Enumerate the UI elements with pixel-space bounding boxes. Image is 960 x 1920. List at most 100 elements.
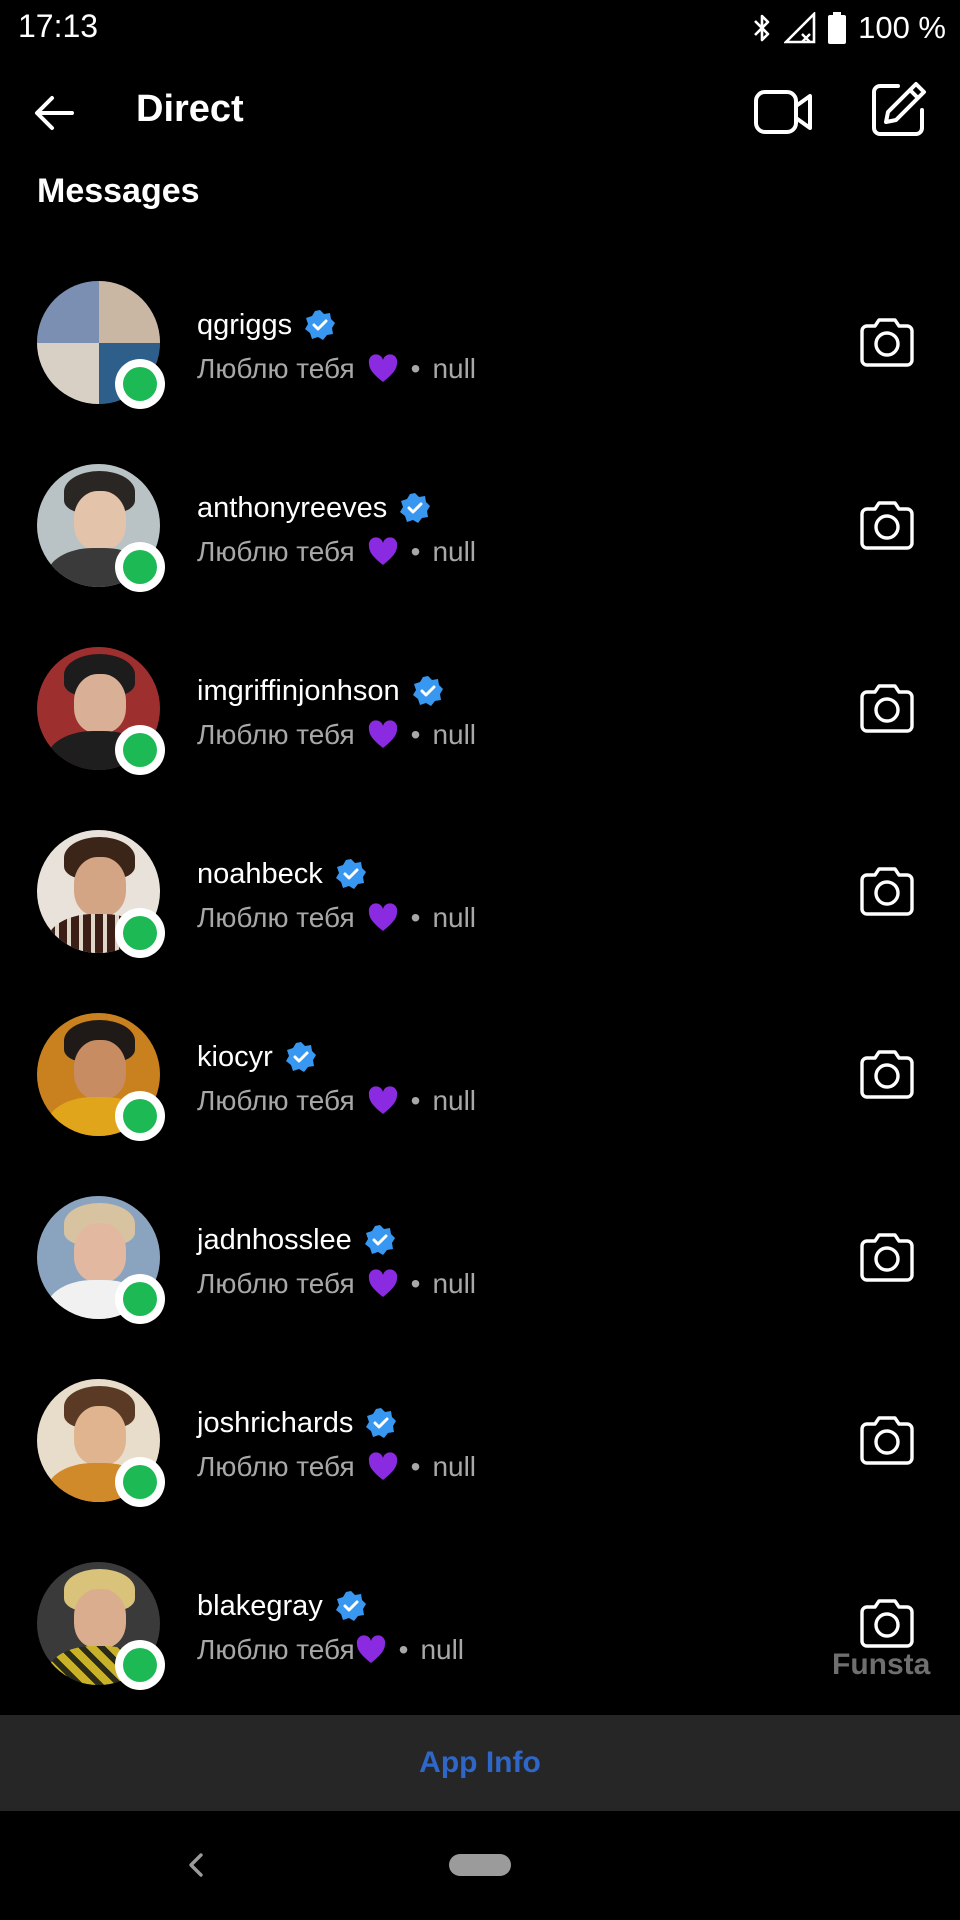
camera-button[interactable] (858, 317, 916, 369)
thread-row[interactable]: joshrichards Люблю тебя • null (0, 1375, 960, 1558)
thread-username: kiocyr (197, 1040, 273, 1073)
camera-button[interactable] (858, 1232, 916, 1284)
message-time: null (420, 1634, 465, 1665)
battery-percent: 100 % (858, 10, 946, 45)
thread-username: blakegray (197, 1589, 323, 1622)
online-indicator (115, 908, 165, 958)
watermark: Funsta (832, 1648, 931, 1681)
status-icons: 100 % (752, 8, 946, 48)
camera-icon (860, 1416, 914, 1465)
messages-section-title: Messages (37, 172, 200, 210)
avatar[interactable] (37, 1196, 167, 1326)
camera-icon (860, 1233, 914, 1282)
purple-heart-icon (368, 354, 397, 382)
camera-icon (860, 318, 914, 367)
thread-row[interactable]: anthonyreeves Люблю тебя • null (0, 460, 960, 643)
message-time: null (432, 719, 477, 750)
message-time: null (432, 1451, 477, 1482)
avatar[interactable] (37, 1013, 167, 1143)
verified-badge-icon (335, 859, 366, 889)
preview-separator: • (410, 902, 421, 933)
camera-button[interactable] (858, 1049, 916, 1101)
purple-heart-icon (356, 1635, 385, 1663)
thread-row[interactable]: kiocyr Люблю тебя • null (0, 1009, 960, 1192)
app-info-label: App Info (419, 1746, 541, 1779)
camera-button[interactable] (858, 1415, 916, 1467)
back-arrow-icon (35, 96, 74, 130)
thread-username: imgriffinjonhson (197, 674, 400, 707)
online-indicator (115, 359, 165, 409)
message-time: null (432, 902, 477, 933)
purple-heart-icon (368, 903, 397, 931)
thread-row[interactable]: imgriffinjonhson Люблю тебя • null (0, 643, 960, 826)
thread-row[interactable]: jadnhosslee Люблю тебя • null (0, 1192, 960, 1375)
bluetooth-icon (754, 14, 770, 42)
verified-badge-icon (364, 1225, 395, 1255)
purple-heart-icon (368, 720, 397, 748)
message-time: null (432, 1268, 477, 1299)
thread-row[interactable]: blakegray Люблю тебя • null (0, 1558, 960, 1741)
verified-badge-icon (412, 676, 443, 706)
message-time: null (432, 353, 477, 384)
thread-username: jadnhosslee (197, 1223, 352, 1256)
thread-row[interactable]: qgriggs Люблю тебя • null (0, 277, 960, 460)
camera-button[interactable] (858, 866, 916, 918)
verified-badge-icon (285, 1042, 316, 1072)
battery-icon (828, 12, 847, 44)
camera-icon (860, 684, 914, 733)
thread-row[interactable]: noahbeck Люблю тебя • null (0, 826, 960, 1009)
purple-heart-icon (368, 1452, 397, 1480)
status-bar: 17:13 100 % (0, 0, 960, 56)
compose-icon (872, 82, 926, 136)
thread-list: qgriggs Люблю тебя • null anthonyreeves … (0, 277, 960, 1741)
header: Direct (0, 70, 960, 154)
app-info-button[interactable]: App Info (0, 1715, 960, 1811)
verified-badge-icon (305, 310, 336, 340)
preview-separator: • (410, 1085, 421, 1116)
avatar[interactable] (37, 1379, 167, 1509)
page-title: Direct (136, 88, 244, 130)
message-preview: Люблю тебя (197, 536, 355, 567)
verified-badge-icon (366, 1408, 397, 1438)
online-indicator (115, 1457, 165, 1507)
preview-separator: • (410, 719, 421, 750)
avatar[interactable] (37, 1562, 167, 1692)
message-preview: Люблю тебя (197, 719, 355, 750)
purple-heart-icon (368, 1269, 397, 1297)
camera-button[interactable] (858, 500, 916, 552)
nav-home-pill[interactable] (449, 1854, 511, 1876)
new-message-button[interactable] (868, 80, 928, 140)
online-indicator (115, 542, 165, 592)
message-preview: Люблю тебя (197, 1451, 355, 1482)
thread-username: anthonyreeves (197, 491, 388, 524)
avatar[interactable] (37, 647, 167, 777)
camera-icon (860, 1599, 914, 1648)
nav-back-button[interactable] (180, 1845, 210, 1885)
message-preview: Люблю тебя (197, 902, 355, 933)
online-indicator (115, 1091, 165, 1141)
message-time: null (432, 536, 477, 567)
online-indicator (115, 1640, 165, 1690)
message-preview: Люблю тебя (197, 1268, 355, 1299)
preview-separator: • (410, 1451, 421, 1482)
back-button[interactable] (30, 88, 80, 138)
thread-username: noahbeck (197, 857, 323, 890)
purple-heart-icon (368, 1086, 397, 1114)
preview-separator: • (410, 1268, 421, 1299)
avatar[interactable] (37, 464, 167, 594)
avatar[interactable] (37, 281, 167, 411)
camera-icon (860, 867, 914, 916)
status-time: 17:13 (18, 8, 99, 44)
purple-heart-icon (368, 537, 397, 565)
message-time: null (432, 1085, 477, 1116)
preview-separator: • (410, 353, 421, 384)
video-camera-icon (754, 90, 812, 134)
camera-button[interactable] (858, 1598, 916, 1650)
verified-badge-icon (335, 1591, 366, 1621)
video-call-button[interactable] (752, 84, 816, 140)
camera-icon (860, 501, 914, 550)
avatar[interactable] (37, 830, 167, 960)
chevron-left-icon (189, 1853, 203, 1877)
camera-button[interactable] (858, 683, 916, 735)
message-preview: Люблю тебя (197, 1634, 355, 1665)
